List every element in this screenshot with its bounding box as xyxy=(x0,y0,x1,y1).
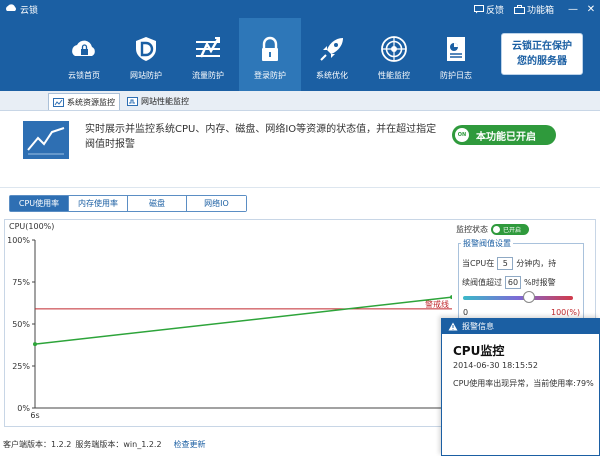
toolbox-link[interactable]: 功能箱 xyxy=(513,3,554,16)
alert-message: CPU使用率出现异常，当前使用率:79% xyxy=(453,379,594,388)
alert-popup-header-label: 报警信息 xyxy=(462,322,494,331)
cpu-line-chart: 100%75%50%25%0%6s警戒线 xyxy=(7,236,452,420)
tab-network-io[interactable]: 网络IO xyxy=(187,196,246,211)
threshold-input[interactable]: 60 xyxy=(505,276,521,289)
row2-post: %时报警 xyxy=(524,278,556,287)
nav-label-monitor: 性能监控 xyxy=(378,71,410,80)
row2-pre: 续阀值超过 xyxy=(462,278,502,287)
y-tick-label: 50% xyxy=(12,320,30,329)
feedback-link[interactable]: 反馈 xyxy=(473,3,504,16)
title-bar: 云锁 反馈 功能箱 — ✕ xyxy=(0,0,600,18)
toolbox-icon xyxy=(513,4,525,14)
rocket-icon xyxy=(320,38,343,61)
tab-website-performance-label: 网站性能监控 xyxy=(141,97,189,106)
footer: 客户端版本：1.2.2 服务端版本：win_1.2.2 检查更新 xyxy=(0,432,441,456)
tab-cpu[interactable]: CPU使用率 xyxy=(10,196,69,211)
log-icon xyxy=(447,37,465,61)
nav-item-monitor[interactable]: 性能监控 xyxy=(363,18,425,91)
sub-nav: 系统资源监控 网站性能监控 xyxy=(0,91,600,111)
promo-line-2: 您的服务器 xyxy=(517,56,567,67)
minimize-button[interactable]: — xyxy=(564,4,582,15)
tab-disk[interactable]: 磁盘 xyxy=(128,196,187,211)
threshold-row-percent: 续阀值超过 60 %时报警 xyxy=(462,276,556,289)
close-button[interactable]: ✕ xyxy=(582,4,600,15)
shield-d-icon xyxy=(136,37,156,61)
alert-time: 2014-06-30 18:15:52 xyxy=(453,361,538,370)
check-update-link[interactable]: 检查更新 xyxy=(174,439,206,450)
app-title: 云锁 xyxy=(20,6,39,16)
y-tick-label: 0% xyxy=(17,404,30,413)
toggle-on-icon: ON xyxy=(455,128,469,142)
monitor-status-label: 监控状态 xyxy=(456,225,488,234)
radar-icon xyxy=(381,36,407,62)
nav-item-optimize[interactable]: 系统优化 xyxy=(301,18,363,91)
monitor-status-toggle[interactable]: 已开启 xyxy=(491,224,529,235)
slider-min-label: 0 xyxy=(463,308,469,317)
alert-popup: 报警信息 CPU监控 2014-06-30 18:15:52 CPU使用率出现异… xyxy=(441,318,600,456)
threshold-slider[interactable] xyxy=(463,296,573,300)
tab-memory[interactable]: 内存使用率 xyxy=(69,196,128,211)
y-tick-label: 25% xyxy=(12,362,30,371)
cpu-series-line xyxy=(34,296,452,345)
threshold-row-duration: 当CPU在 5 分钟内，持 xyxy=(462,257,556,270)
nav-label-website: 网站防护 xyxy=(130,71,162,80)
promo-line-1: 云锁正在保护 xyxy=(512,41,572,52)
y-tick-label: 100% xyxy=(7,236,30,245)
resource-tabs: CPU使用率 内存使用率 磁盘 网络IO xyxy=(9,195,247,212)
alert-icon xyxy=(448,322,458,331)
main-nav: 云锁首页 网站防护 流量防护 登录防护 系统优化 性能监控 防护日志 xyxy=(53,18,487,91)
server-version: 服务端版本：win_1.2.2 xyxy=(75,439,162,449)
protection-status-badge: 云锁正在保护 您的服务器 xyxy=(501,33,583,75)
monitor-chart-icon xyxy=(53,97,64,107)
flow-icon xyxy=(196,37,220,58)
threshold-slider-handle[interactable] xyxy=(523,291,535,303)
nav-label-flow: 流量防护 xyxy=(192,71,224,80)
tab-system-resource-label: 系统资源监控 xyxy=(67,97,115,107)
feature-toggle[interactable]: ON 本功能已开启 xyxy=(452,125,556,145)
header: 云锁 反馈 功能箱 — ✕ 云锁首页 网站防护 流量防护 登录防护 系统优化 性… xyxy=(0,0,600,91)
nav-label-log: 防护日志 xyxy=(440,71,472,80)
slider-max-label: 100(%) xyxy=(551,308,581,317)
nav-item-flow[interactable]: 流量防护 xyxy=(177,18,239,91)
nav-label-login: 登录防护 xyxy=(254,71,286,80)
row1-pre: 当CPU在 xyxy=(462,259,495,268)
feedback-label: 反馈 xyxy=(485,5,504,16)
x-tick-label: 6s xyxy=(30,411,39,420)
duration-input[interactable]: 5 xyxy=(497,257,514,270)
nav-item-home[interactable]: 云锁首页 xyxy=(53,18,115,91)
cpu-data-point xyxy=(450,295,452,300)
line-chart-illustration-icon xyxy=(23,121,69,159)
threshold-legend: 报警阀值设置 xyxy=(461,238,513,249)
cpu-data-point xyxy=(33,342,37,347)
row1-post: 分钟内，持 xyxy=(516,259,557,268)
alert-popup-header: 报警信息 xyxy=(442,319,599,334)
feedback-icon xyxy=(473,4,484,13)
padlock-icon xyxy=(262,36,278,61)
app-window: 云锁 反馈 功能箱 — ✕ 云锁首页 网站防护 流量防护 登录防护 系统优化 性… xyxy=(0,0,600,456)
nav-item-login[interactable]: 登录防护 xyxy=(239,18,301,91)
feature-toggle-label: 本功能已开启 xyxy=(476,131,536,143)
client-version: 客户端版本：1.2.2 xyxy=(3,439,72,449)
nav-item-website[interactable]: 网站防护 xyxy=(115,18,177,91)
website-chart-icon xyxy=(127,97,138,106)
tab-website-performance[interactable]: 网站性能监控 xyxy=(123,93,193,110)
monitor-status: 监控状态 已开启 xyxy=(456,224,529,235)
alert-title: CPU监控 xyxy=(453,344,505,358)
cloud-lock-icon xyxy=(72,40,95,56)
nav-label-optimize: 系统优化 xyxy=(316,71,348,80)
nav-item-log[interactable]: 防护日志 xyxy=(425,18,487,91)
app-logo-icon xyxy=(6,4,16,11)
tab-system-resource[interactable]: 系统资源监控 xyxy=(48,93,120,110)
y-tick-label: 75% xyxy=(12,278,30,287)
feature-info: 实时展示并监控系统CPU、内存、磁盘、网络IO等资源的状态值，并在超过指定阀值时… xyxy=(0,112,600,188)
toolbox-label: 功能箱 xyxy=(526,5,554,16)
feature-description: 实时展示并监控系统CPU、内存、磁盘、网络IO等资源的状态值，并在超过指定阀值时… xyxy=(85,124,437,150)
nav-label-home: 云锁首页 xyxy=(68,71,100,80)
